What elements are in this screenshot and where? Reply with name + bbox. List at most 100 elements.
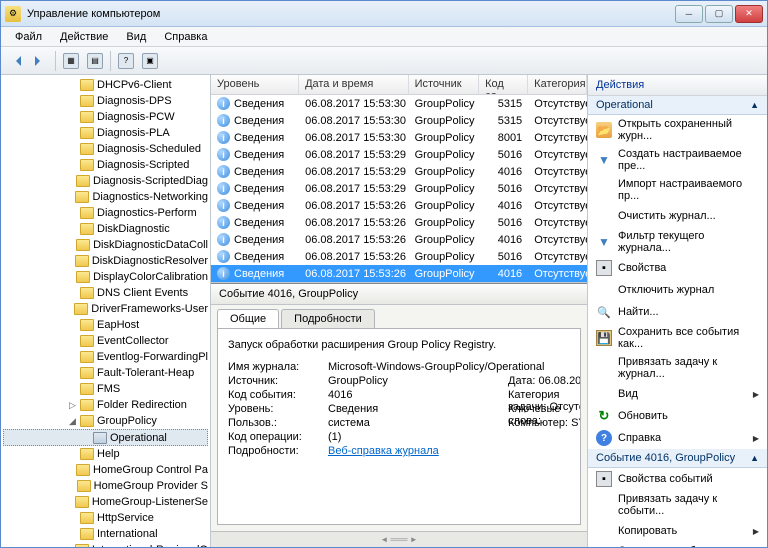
expand-icon[interactable] bbox=[67, 352, 78, 363]
table-row[interactable]: iСведения06.08.2017 15:53:26GroupPolicy5… bbox=[211, 248, 587, 265]
tree-node[interactable]: Diagnostics-Perform bbox=[3, 205, 208, 221]
expand-icon[interactable] bbox=[64, 272, 74, 283]
table-row[interactable]: iСведения06.08.2017 15:53:26GroupPolicy4… bbox=[211, 265, 587, 282]
tree-node[interactable]: Diagnostics-Networking bbox=[3, 189, 208, 205]
tree-node[interactable]: FMS bbox=[3, 381, 208, 397]
expand-icon[interactable] bbox=[67, 449, 78, 460]
tree-node[interactable]: Help bbox=[3, 446, 208, 462]
tree-node[interactable]: HomeGroup Control Pa bbox=[3, 462, 208, 478]
expand-icon[interactable] bbox=[67, 384, 78, 395]
action-item[interactable]: ▪Свойства событий bbox=[588, 468, 767, 490]
expand-icon[interactable] bbox=[67, 160, 78, 171]
expand-icon[interactable] bbox=[67, 112, 78, 123]
tree-node[interactable]: Diagnosis-PCW bbox=[3, 109, 208, 125]
horizontal-scrollbar[interactable]: ◄ ═══ ► bbox=[211, 531, 587, 547]
tree-node[interactable]: Eventlog-ForwardingPl bbox=[3, 349, 208, 365]
action-item[interactable]: ▼Создать настраиваемое пре... bbox=[588, 145, 767, 175]
tab-details[interactable]: Подробности bbox=[281, 309, 375, 328]
menu-view[interactable]: Вид bbox=[118, 29, 154, 45]
expand-icon[interactable] bbox=[67, 80, 78, 91]
action-item[interactable]: 🔍Найти... bbox=[588, 301, 767, 323]
table-row[interactable]: iСведения06.08.2017 15:53:29GroupPolicy5… bbox=[211, 146, 587, 163]
action-item[interactable]: Импорт настраиваемого пр... bbox=[588, 175, 767, 205]
tree-node[interactable]: HomeGroup Provider S bbox=[3, 478, 208, 494]
table-row[interactable]: iСведения06.08.2017 15:53:30GroupPolicy5… bbox=[211, 112, 587, 129]
expand-icon[interactable] bbox=[63, 545, 73, 548]
maximize-button[interactable]: ▢ bbox=[705, 5, 733, 23]
expand-icon[interactable] bbox=[64, 465, 74, 476]
action-item[interactable]: 💾Сохранить выбранные соб... bbox=[588, 542, 767, 547]
expand-icon[interactable] bbox=[62, 304, 72, 315]
action-item[interactable]: 💾Сохранить все события как... bbox=[588, 323, 767, 353]
table-row[interactable]: iСведения06.08.2017 15:53:30GroupPolicy8… bbox=[211, 129, 587, 146]
column-header[interactable]: Код со... bbox=[479, 75, 528, 94]
nav-tree[interactable]: DHCPv6-Client Diagnosis-DPS Diagnosis-PC… bbox=[1, 75, 211, 547]
toolbar-btn-3[interactable]: ? bbox=[115, 50, 137, 72]
forward-button[interactable] bbox=[29, 50, 51, 72]
grid-body[interactable]: iСведения06.08.2017 15:53:30GroupPolicy5… bbox=[211, 95, 587, 282]
action-item[interactable]: ?Справка▶ bbox=[588, 427, 767, 449]
titlebar[interactable]: ⚙ Управление компьютером ─ ▢ ✕ bbox=[1, 1, 767, 27]
tree-node[interactable]: ▷Folder Redirection bbox=[3, 397, 208, 413]
expand-icon[interactable] bbox=[67, 208, 78, 219]
tree-node[interactable]: Diagnosis-DPS bbox=[3, 93, 208, 109]
table-row[interactable]: iСведения06.08.2017 15:53:26GroupPolicy4… bbox=[211, 197, 587, 214]
toolbar-btn-1[interactable]: ▦ bbox=[60, 50, 82, 72]
action-item[interactable]: Привязать задачу к событи... bbox=[588, 490, 767, 520]
tree-node[interactable]: HomeGroup-ListenerSe bbox=[3, 494, 208, 510]
back-button[interactable] bbox=[5, 50, 27, 72]
table-row[interactable]: iСведения06.08.2017 15:53:26GroupPolicy4… bbox=[211, 231, 587, 248]
expand-icon[interactable]: ◢ bbox=[67, 416, 78, 427]
action-item[interactable]: Очистить журнал... bbox=[588, 205, 767, 227]
action-item[interactable]: Вид▶ bbox=[588, 383, 767, 405]
tree-node[interactable]: International bbox=[3, 526, 208, 542]
tree-node[interactable]: DiskDiagnosticResolver bbox=[3, 253, 208, 269]
column-header[interactable]: Дата и время bbox=[299, 75, 409, 94]
action-item[interactable]: Отключить журнал bbox=[588, 279, 767, 301]
tree-node[interactable]: International-RegionalO bbox=[3, 542, 208, 547]
expand-icon[interactable] bbox=[64, 481, 74, 492]
actions-section-1[interactable]: Operational▲ bbox=[588, 96, 767, 115]
table-row[interactable]: iСведения06.08.2017 15:53:29GroupPolicy5… bbox=[211, 180, 587, 197]
column-header[interactable]: Категория bbox=[528, 75, 587, 94]
expand-icon[interactable] bbox=[67, 513, 78, 524]
expand-icon[interactable] bbox=[63, 256, 73, 267]
expand-icon[interactable] bbox=[67, 368, 78, 379]
close-button[interactable]: ✕ bbox=[735, 5, 763, 23]
action-item[interactable]: Привязать задачу к журнал... bbox=[588, 353, 767, 383]
tree-node[interactable]: HttpService bbox=[3, 510, 208, 526]
tree-node[interactable]: Diagnosis-Scripted bbox=[3, 157, 208, 173]
expand-icon[interactable] bbox=[67, 224, 78, 235]
tree-node[interactable]: DiskDiagnosticDataColl bbox=[3, 237, 208, 253]
link-web-help[interactable]: Веб-справка журнала bbox=[328, 445, 439, 457]
action-item[interactable]: ▼Фильтр текущего журнала... bbox=[588, 227, 767, 257]
table-row[interactable]: iСведения06.08.2017 15:53:30GroupPolicy5… bbox=[211, 95, 587, 112]
tree-node[interactable]: EapHost bbox=[3, 317, 208, 333]
column-header[interactable]: Источник bbox=[409, 75, 480, 94]
tree-node[interactable]: DriverFrameworks-User bbox=[3, 301, 208, 317]
expand-icon[interactable] bbox=[67, 288, 78, 299]
tree-node[interactable]: DHCPv6-Client bbox=[3, 77, 208, 93]
tree-node[interactable]: Diagnosis-PLA bbox=[3, 125, 208, 141]
table-row[interactable]: iСведения06.08.2017 15:53:26GroupPolicy5… bbox=[211, 214, 587, 231]
expand-icon[interactable] bbox=[67, 96, 78, 107]
table-row[interactable]: iСведения06.08.2017 15:53:29GroupPolicy4… bbox=[211, 163, 587, 180]
expand-icon[interactable] bbox=[80, 432, 91, 443]
expand-icon[interactable] bbox=[67, 320, 78, 331]
actions-section-2[interactable]: Событие 4016, GroupPolicy▲ bbox=[588, 449, 767, 468]
grid-header[interactable]: УровеньДата и времяИсточникКод со...Кате… bbox=[211, 75, 587, 95]
toolbar-btn-4[interactable]: ▣ bbox=[139, 50, 161, 72]
action-item[interactable]: 📂Открыть сохраненный журн... bbox=[588, 115, 767, 145]
expand-icon[interactable] bbox=[64, 176, 74, 187]
action-item[interactable]: ▪Свойства bbox=[588, 257, 767, 279]
tree-node[interactable]: Diagnosis-Scheduled bbox=[3, 141, 208, 157]
expand-icon[interactable] bbox=[63, 192, 73, 203]
expand-icon[interactable] bbox=[63, 497, 73, 508]
tree-node[interactable]: DiskDiagnostic bbox=[3, 221, 208, 237]
tree-node[interactable]: DNS Client Events bbox=[3, 285, 208, 301]
tree-node[interactable]: ◢GroupPolicy bbox=[3, 413, 208, 429]
menu-help[interactable]: Справка bbox=[156, 29, 215, 45]
tree-node[interactable]: Fault-Tolerant-Heap bbox=[3, 365, 208, 381]
action-item[interactable]: ↻Обновить bbox=[588, 405, 767, 427]
menu-file[interactable]: Файл bbox=[7, 29, 50, 45]
